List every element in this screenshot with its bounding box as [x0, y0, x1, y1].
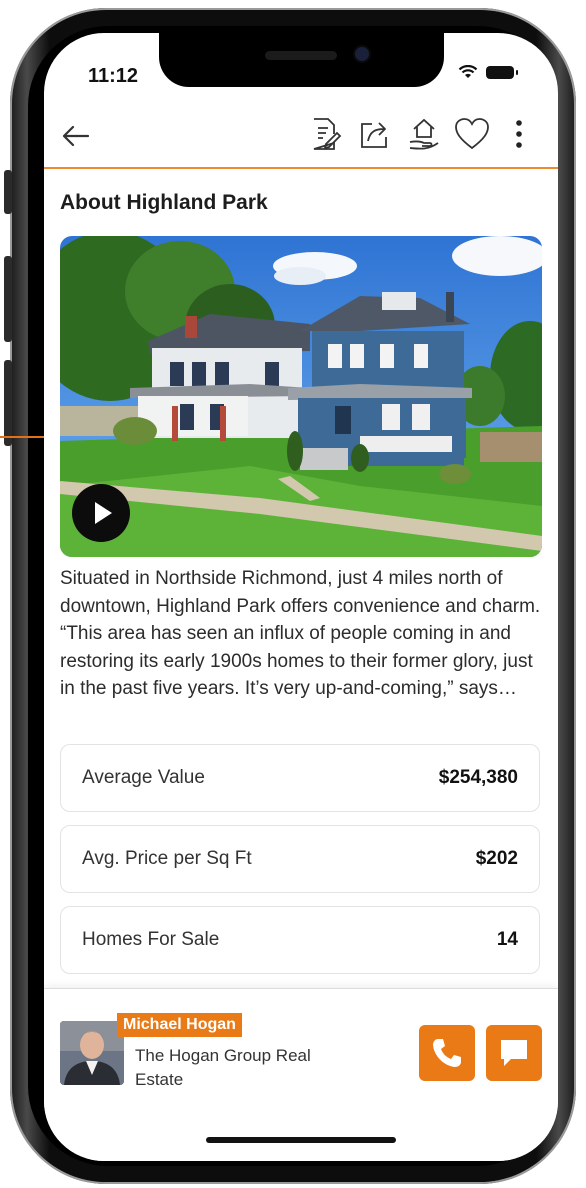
- share-icon[interactable]: [358, 117, 392, 151]
- agent-contact-bar: Michael Hogan The Hogan Group Real Estat…: [44, 988, 558, 1161]
- notch: [159, 33, 444, 87]
- toolbar-divider: [44, 167, 558, 169]
- call-button[interactable]: [419, 1025, 475, 1081]
- wifi-icon: [458, 65, 478, 78]
- phone-icon: [433, 1039, 461, 1067]
- stat-card-homes-for-sale: Homes For Sale 14: [60, 906, 540, 974]
- back-arrow-icon[interactable]: [62, 125, 90, 147]
- agent-company: The Hogan Group Real Estate: [135, 1046, 311, 1089]
- stat-value: $254,380: [438, 767, 518, 788]
- battery-icon: [486, 65, 518, 79]
- agent-avatar: [60, 1021, 124, 1085]
- stat-label: Avg. Price per Sq Ft: [82, 848, 252, 869]
- app-screen: 11:12 About Highland Park Situated in No…: [44, 33, 558, 1161]
- message-button[interactable]: [486, 1025, 542, 1081]
- mute-switch: [4, 170, 12, 214]
- stat-card-price-per-sqft: Avg. Price per Sq Ft $202: [60, 825, 540, 893]
- home-indicator: [206, 1137, 396, 1143]
- heart-icon[interactable]: [454, 117, 490, 151]
- more-icon[interactable]: [515, 119, 523, 149]
- notes-icon[interactable]: [306, 116, 342, 152]
- chat-icon: [501, 1040, 527, 1066]
- stat-value: $202: [475, 848, 518, 869]
- neighborhood-video-thumbnail[interactable]: [60, 236, 542, 557]
- section-title: About Highland Park: [60, 191, 268, 214]
- stat-label: Average Value: [82, 767, 205, 788]
- status-icons: [458, 65, 518, 79]
- stat-card-average-value: Average Value $254,380: [60, 744, 540, 812]
- speaker: [265, 51, 337, 60]
- status-time: 11:12: [88, 65, 139, 87]
- agent-name[interactable]: Michael Hogan: [117, 1013, 242, 1037]
- play-button[interactable]: [72, 484, 130, 542]
- stat-value: 14: [496, 929, 518, 950]
- front-camera: [355, 47, 369, 61]
- neighborhood-description: Situated in Northside Richmond, just 4 m…: [60, 568, 541, 699]
- houses-image: [60, 236, 542, 557]
- volume-up-button: [4, 256, 12, 342]
- stat-label: Homes For Sale: [82, 929, 220, 950]
- sell-home-icon[interactable]: [406, 115, 442, 153]
- partial-section-heading: Learn more about Highland Park: [254, 979, 548, 988]
- toolbar: [44, 111, 558, 166]
- volume-down-button: [4, 360, 12, 446]
